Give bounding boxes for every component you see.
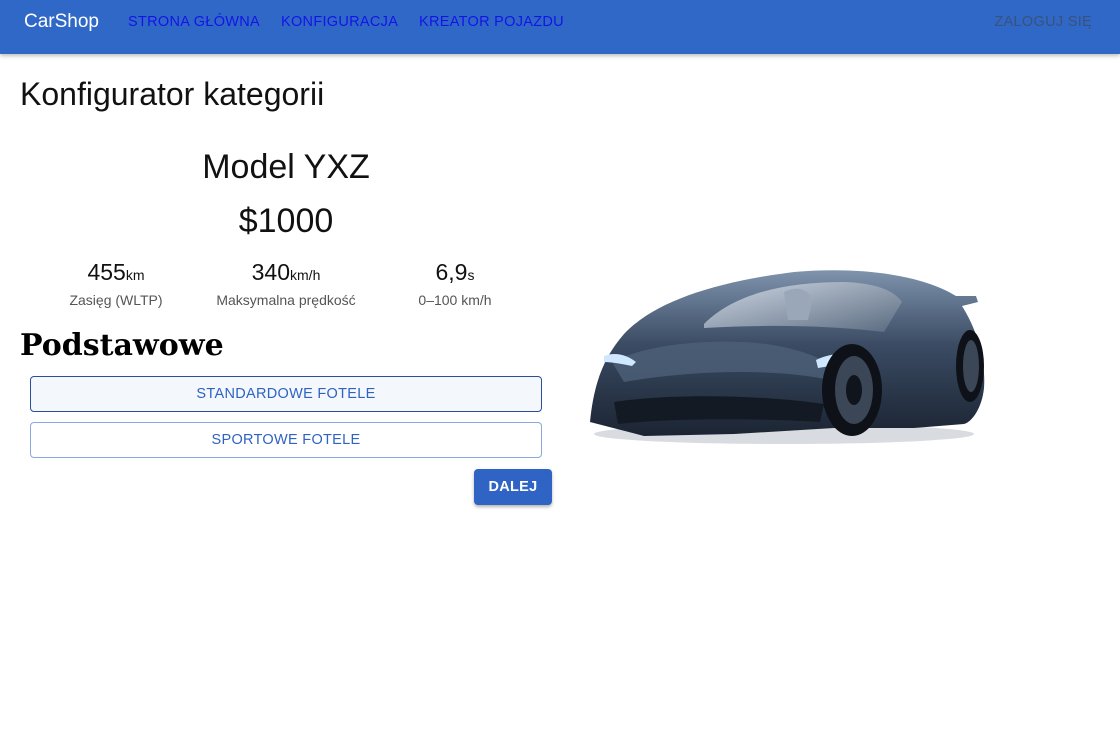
car-rear-wheel — [956, 330, 984, 402]
nav-link-home[interactable]: STRONA GŁÓWNA — [128, 14, 260, 30]
spec-acceleration: 6,9s 0–100 km/h — [370, 258, 540, 308]
spec-top-speed-value: 340km/h — [251, 259, 321, 285]
brand-logo[interactable]: CarShop — [24, 11, 99, 33]
car-seat — [784, 288, 812, 320]
login-button[interactable]: ZALOGUJ SIĘ — [994, 14, 1092, 30]
spec-acceleration-label: 0–100 km/h — [418, 292, 492, 308]
app-bar: CarShop STRONA GŁÓWNA KONFIGURACJA KREAT… — [0, 0, 1120, 54]
spec-acceleration-value: 6,9s — [435, 259, 475, 285]
nav-link-configuration[interactable]: KONFIGURACJA — [281, 14, 398, 30]
spec-range-value: 455km — [87, 259, 145, 285]
spec-range: 455km Zasięg (WLTP) — [31, 258, 201, 308]
spec-top-speed: 340km/h Maksymalna prędkość — [201, 258, 371, 308]
next-button[interactable]: DALEJ — [474, 469, 552, 505]
option-sport-seats[interactable]: SPORTOWE FOTELE — [30, 422, 542, 458]
spec-range-label: Zasięg (WLTP) — [69, 292, 163, 308]
spec-top-speed-unit: km/h — [290, 267, 321, 283]
option-standard-seats[interactable]: STANDARDOWE FOTELE — [30, 376, 542, 412]
page-title: Konfigurator kategorii — [20, 76, 325, 112]
nav-link-vehicle-creator[interactable]: KREATOR POJAZDU — [419, 14, 564, 30]
spec-top-speed-label: Maksymalna prędkość — [216, 292, 356, 308]
section-title: Podstawowe — [20, 328, 224, 363]
spec-acceleration-unit: s — [467, 267, 475, 283]
price: $1000 — [238, 202, 334, 240]
sports-car-image — [590, 270, 985, 444]
model-name: Model YXZ — [202, 148, 370, 186]
spec-range-unit: km — [125, 267, 145, 283]
car-front-wheel — [822, 344, 882, 436]
